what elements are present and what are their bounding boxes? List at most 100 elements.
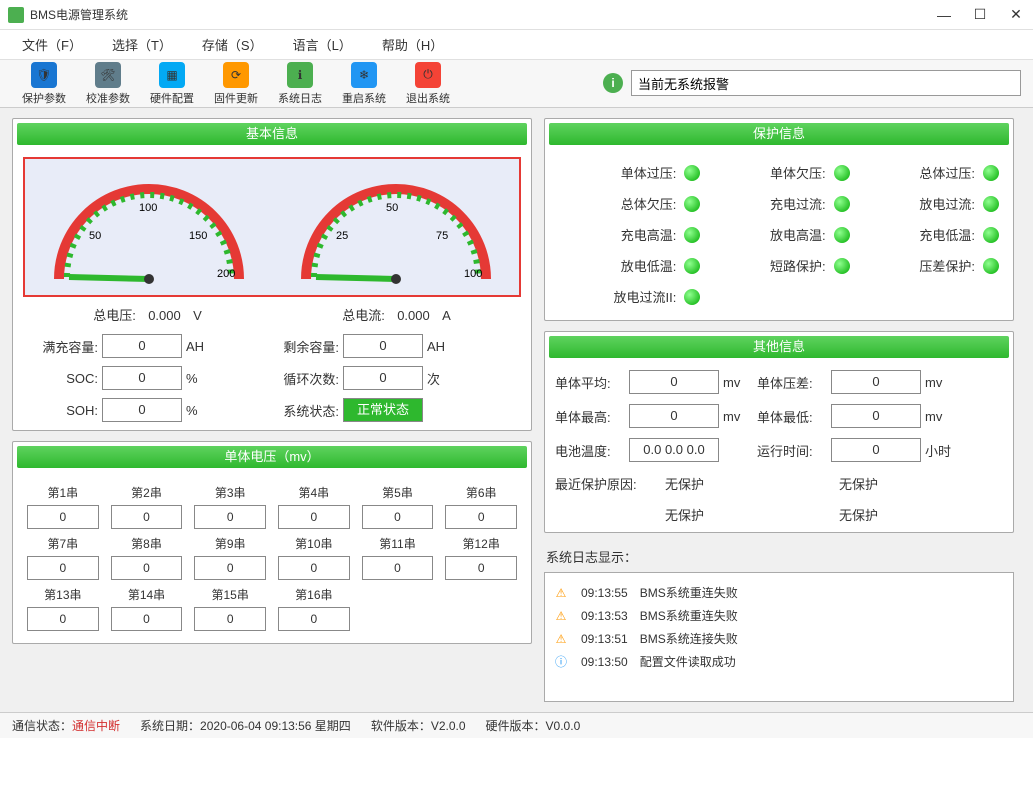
menu-select[interactable]: 选择（T）	[98, 31, 186, 58]
cell-label: 第5串	[362, 484, 434, 501]
cell-12: 第12串 0	[445, 535, 517, 580]
full-capacity-value: 0	[102, 334, 182, 358]
cell-value: 0	[194, 607, 266, 631]
led-icon	[684, 165, 700, 181]
tool-exit[interactable]: ⏻退出系统	[396, 62, 460, 106]
tool-calibrate-params[interactable]: 🛠校准参数	[76, 62, 140, 106]
tools-icon: 🛠	[95, 62, 121, 88]
cells-grid: 第1串0第2串0第3串0第4串0第5串0第6串0第7串0第8串0第9串0第10串…	[23, 480, 521, 635]
cell-15: 第15串 0	[194, 586, 266, 631]
menu-language[interactable]: 语言（L）	[279, 31, 366, 58]
soh-value: 0	[102, 398, 182, 422]
protect-item-9: 放电低温:	[559, 256, 700, 275]
power-icon: ⏻	[415, 62, 441, 88]
protect-label: 充电低温:	[919, 225, 975, 244]
tool-hardware-config[interactable]: ▦硬件配置	[140, 62, 204, 106]
log-row[interactable]: ⓘ09:13:50配置文件读取成功	[553, 650, 1005, 673]
current-value: 0.000	[388, 308, 438, 323]
conn-status-label: 通信状态：	[12, 719, 72, 733]
cell-label: 第15串	[194, 586, 266, 603]
panel-cells-header: 单体电压（mv）	[17, 446, 527, 468]
runtime-label: 运行时间:	[757, 441, 827, 460]
maximize-button[interactable]: ☐	[971, 6, 989, 24]
led-icon	[684, 258, 700, 274]
tool-reboot[interactable]: ❄重启系统	[332, 62, 396, 106]
soc-value: 0	[102, 366, 182, 390]
cell-max-label: 单体最高:	[555, 407, 625, 426]
cell-1: 第1串0	[27, 484, 99, 529]
panel-protection-header: 保护信息	[549, 123, 1009, 145]
protect-item-5: 放电过流:	[858, 194, 999, 213]
current-gauge: 25 50 75 100	[286, 169, 506, 289]
log-msg: BMS系统重连失败	[640, 584, 738, 601]
protect-label: 单体欠压:	[770, 163, 826, 182]
cell-value: 0	[445, 556, 517, 580]
cell-label: 第2串	[111, 484, 183, 501]
svg-text:25: 25	[336, 230, 348, 242]
log-time: 09:13:53	[581, 609, 628, 623]
shield-icon: 🛡	[31, 62, 57, 88]
cell-diff-value: 0	[831, 370, 921, 394]
protect-item-8: 充电低温:	[858, 225, 999, 244]
menu-save[interactable]: 存储（S）	[188, 31, 277, 58]
minimize-button[interactable]: —	[935, 6, 953, 24]
status-label: 系统状态:	[264, 401, 339, 420]
led-icon	[834, 196, 850, 212]
statusbar: 通信状态：通信中断 系统日期：2020-06-04 09:13:56 星期四 软…	[0, 712, 1033, 738]
led-icon	[983, 165, 999, 181]
cell-label: 第3串	[194, 484, 266, 501]
menu-file[interactable]: 文件（F）	[8, 31, 96, 58]
led-icon	[684, 289, 700, 305]
runtime-value: 0	[831, 438, 921, 462]
warning-icon: ⚠	[553, 631, 569, 647]
cell-label: 第10串	[278, 535, 350, 552]
hw-version-label: 硬件版本：	[486, 719, 546, 733]
tool-firmware-update[interactable]: ⟳固件更新	[204, 62, 268, 106]
cell-label: 第8串	[111, 535, 183, 552]
protect-label: 压差保护:	[919, 256, 975, 275]
menubar: 文件（F） 选择（T） 存储（S） 语言（L） 帮助（H）	[0, 30, 1033, 60]
led-icon	[834, 227, 850, 243]
protect-item-0: 单体过压:	[559, 163, 700, 182]
app-icon	[8, 7, 24, 23]
cell-label: 第16串	[278, 586, 350, 603]
cell-label: 第12串	[445, 535, 517, 552]
soh-label: SOH:	[23, 403, 98, 418]
cell-value: 0	[278, 505, 350, 529]
cell-label: 第11串	[362, 535, 434, 552]
gauge-container: 50 100 150 200 25 50 75 100	[23, 157, 521, 297]
cell-avg-label: 单体平均:	[555, 373, 625, 392]
cell-value: 0	[278, 607, 350, 631]
sw-version-value: V2.0.0	[431, 719, 466, 733]
svg-text:50: 50	[386, 202, 398, 214]
close-button[interactable]: ✕	[1007, 6, 1025, 24]
syslog-list[interactable]: ⚠09:13:55BMS系统重连失败⚠09:13:53BMS系统重连失败⚠09:…	[544, 572, 1014, 702]
sys-date-value: 2020-06-04 09:13:56 星期四	[200, 719, 351, 733]
cell-value: 0	[27, 505, 99, 529]
log-row[interactable]: ⚠09:13:53BMS系统重连失败	[553, 604, 1005, 627]
protect-item-2: 总体过压:	[858, 163, 999, 182]
protect-item-6: 充电高温:	[559, 225, 700, 244]
menu-help[interactable]: 帮助（H）	[368, 31, 457, 58]
cell-6: 第6串0	[445, 484, 517, 529]
tool-system-log[interactable]: ℹ系统日志	[268, 62, 332, 106]
log-msg: BMS系统重连失败	[640, 607, 738, 624]
alarm-display	[631, 70, 1021, 96]
cell-value: 0	[194, 556, 266, 580]
log-row[interactable]: ⚠09:13:51BMS系统连接失败	[553, 627, 1005, 650]
led-icon	[834, 258, 850, 274]
cell-13: 第13串0	[27, 586, 99, 631]
info-icon: i	[603, 73, 623, 93]
log-time: 09:13:55	[581, 586, 628, 600]
cell-value: 0	[362, 505, 434, 529]
cell-min-label: 单体最低:	[757, 407, 827, 426]
cycle-label: 循环次数:	[264, 369, 339, 388]
tool-protect-params[interactable]: 🛡保护参数	[12, 62, 76, 106]
syslog-section: 系统日志显示： ⚠09:13:55BMS系统重连失败⚠09:13:53BMS系统…	[544, 543, 1014, 702]
cell-2: 第2串0	[111, 484, 183, 529]
hw-version-value: V0.0.0	[546, 719, 581, 733]
panel-cell-voltage: 单体电压（mv） 第1串0第2串0第3串0第4串0第5串0第6串0第7串0第8串…	[12, 441, 532, 644]
protect-item-12: 放电过流II:	[559, 287, 700, 306]
log-row[interactable]: ⚠09:13:55BMS系统重连失败	[553, 581, 1005, 604]
cell-label: 第1串	[27, 484, 99, 501]
